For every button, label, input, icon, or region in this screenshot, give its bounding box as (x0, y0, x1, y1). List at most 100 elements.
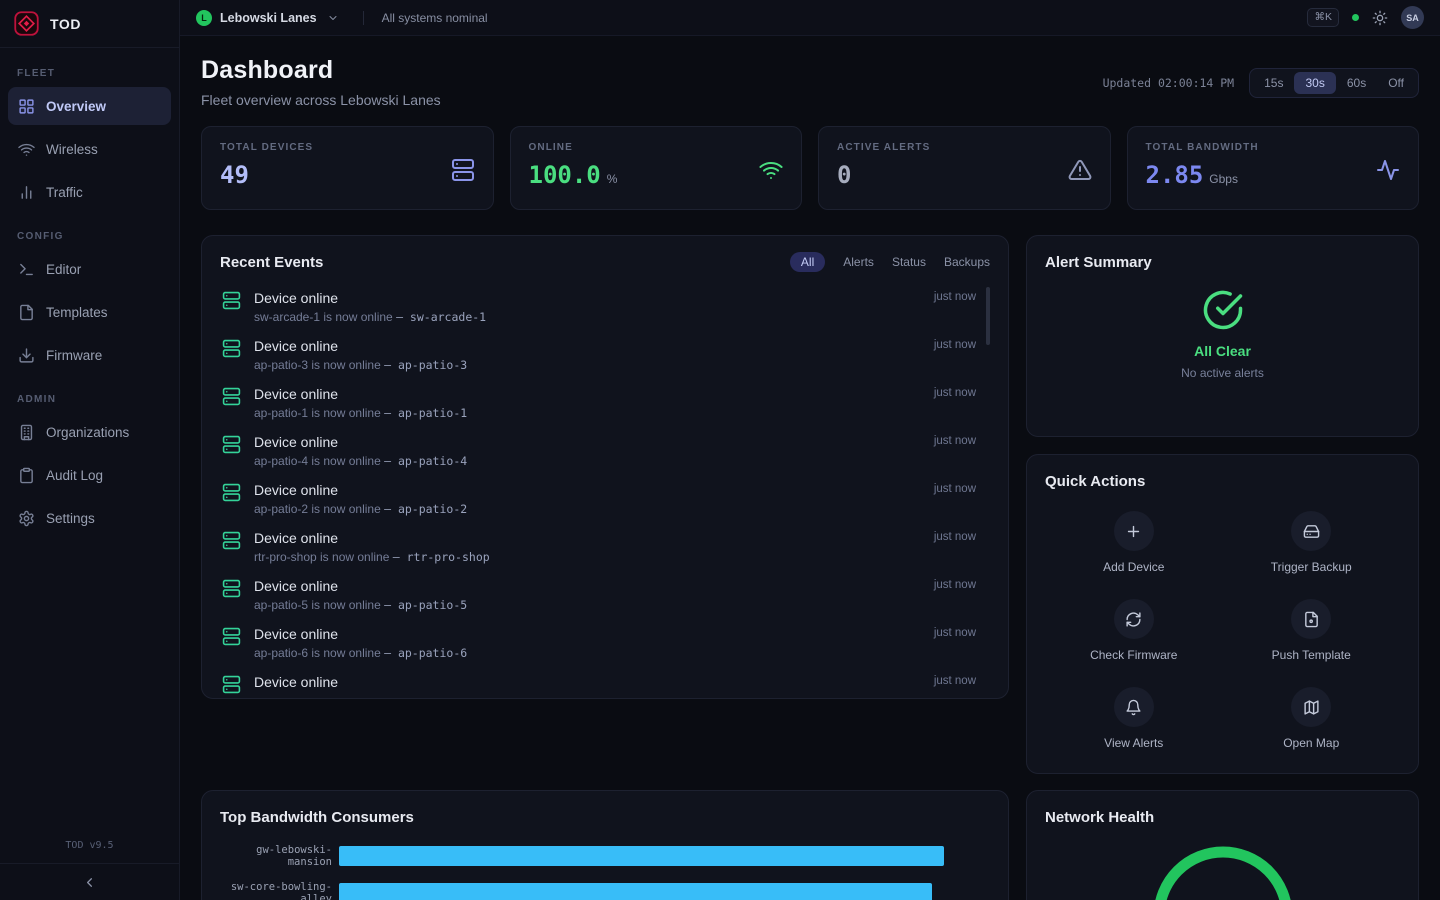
event-row[interactable]: Device online ap-patio-4 is now online —… (220, 426, 990, 474)
nav-item-label: Organizations (46, 425, 129, 440)
org-avatar: L (196, 10, 212, 26)
terminal-icon (18, 261, 35, 278)
action-label: Open Map (1283, 736, 1339, 750)
stat-suffix: Gbps (1209, 172, 1238, 186)
event-row[interactable]: Device online ap-patio-1 is now online —… (220, 378, 990, 426)
stat-suffix: % (607, 172, 618, 186)
event-row[interactable]: Device online sw-arcade-1 is now online … (220, 282, 990, 330)
sidebar-item-editor[interactable]: Editor (8, 250, 171, 288)
command-palette-hint[interactable]: ⌘K (1307, 8, 1339, 27)
filter-backups[interactable]: Backups (944, 255, 990, 269)
check-circle-icon (1202, 289, 1244, 331)
event-time: just now (934, 529, 976, 543)
event-title: Device online (254, 337, 467, 355)
sun-icon[interactable] (1372, 10, 1388, 26)
sidebar-item-settings[interactable]: Settings (8, 499, 171, 537)
dashboard-grid: Recent Events All Alerts Status Backups … (201, 235, 1419, 900)
live-status-dot (1352, 14, 1359, 21)
drive-icon (1291, 511, 1331, 551)
sidebar: TOD FLEET Overview Wireless Traffic CONF… (0, 0, 180, 900)
bell-icon (1114, 687, 1154, 727)
right-column: Alert Summary All Clear No active alerts… (1026, 235, 1419, 774)
filter-all[interactable]: All (790, 252, 825, 272)
wifi-icon (18, 141, 35, 158)
nav-section-admin: ADMIN (17, 394, 162, 405)
nav-item-label: Traffic (46, 185, 83, 200)
action-check-firmware[interactable]: Check Firmware (1045, 591, 1223, 670)
server-icon (222, 627, 241, 646)
event-device: — ap-patio-5 (384, 598, 467, 612)
refresh-icon (1114, 599, 1154, 639)
sidebar-item-templates[interactable]: Templates (8, 293, 171, 331)
server-icon (451, 158, 475, 182)
nav-item-label: Firmware (46, 348, 102, 363)
events-scrollbar[interactable] (986, 287, 990, 345)
refresh-option-30s[interactable]: 30s (1294, 72, 1335, 94)
sidebar-collapse-button[interactable] (0, 863, 179, 900)
event-row[interactable]: Device online ap-patio-5 is now online —… (220, 570, 990, 618)
page-subtitle: Fleet overview across Lebowski Lanes (201, 92, 441, 108)
action-push-template[interactable]: Push Template (1223, 591, 1401, 670)
updated-timestamp: Updated 02:00:14 PM (1103, 76, 1235, 90)
event-detail: ap-patio-2 is now online (254, 502, 381, 516)
quick-actions-panel: Quick Actions Add Device Trigger Backup (1026, 454, 1419, 774)
sidebar-item-organizations[interactable]: Organizations (8, 413, 171, 451)
event-time: just now (934, 289, 976, 303)
action-trigger-backup[interactable]: Trigger Backup (1223, 503, 1401, 582)
events-title: Recent Events (220, 254, 323, 271)
event-title: Device online (254, 385, 467, 403)
topbar-divider (363, 11, 364, 25)
org-switcher[interactable]: L Lebowski Lanes (196, 10, 339, 26)
sidebar-item-wireless[interactable]: Wireless (8, 130, 171, 168)
event-time: just now (934, 337, 976, 351)
nav-section-config: CONFIG (17, 231, 162, 242)
event-row[interactable]: Device online just now (220, 666, 990, 698)
event-title: Device online (254, 673, 338, 691)
event-title: Device online (254, 625, 467, 643)
event-device: — ap-patio-3 (384, 358, 467, 372)
sidebar-item-audit-log[interactable]: Audit Log (8, 456, 171, 494)
event-detail: ap-patio-3 is now online (254, 358, 381, 372)
event-detail: sw-arcade-1 is now online (254, 310, 393, 324)
event-detail: ap-patio-4 is now online (254, 454, 381, 468)
event-title: Device online (254, 577, 467, 595)
sidebar-item-firmware[interactable]: Firmware (8, 336, 171, 374)
grid-icon (18, 98, 35, 115)
action-add-device[interactable]: Add Device (1045, 503, 1223, 582)
bar-chart-icon (18, 184, 35, 201)
app-root: TOD FLEET Overview Wireless Traffic CONF… (0, 0, 1440, 900)
sidebar-item-overview[interactable]: Overview (8, 87, 171, 125)
event-device: — ap-patio-1 (384, 406, 467, 420)
event-row[interactable]: Device online ap-patio-6 is now online —… (220, 618, 990, 666)
refresh-option-15s[interactable]: 15s (1253, 72, 1294, 94)
event-row[interactable]: Device online ap-patio-2 is now online —… (220, 474, 990, 522)
app-logo[interactable]: TOD (0, 0, 179, 48)
event-title: Device online (254, 433, 467, 451)
event-row[interactable]: Device online rtr-pro-shop is now online… (220, 522, 990, 570)
action-open-map[interactable]: Open Map (1223, 679, 1401, 758)
event-device: — ap-patio-6 (384, 646, 467, 660)
event-detail: ap-patio-1 is now online (254, 406, 381, 420)
action-label: Trigger Backup (1271, 560, 1352, 574)
stat-card-total-bandwidth: TOTAL BANDWIDTH 2.85Gbps (1127, 126, 1420, 210)
action-label: Add Device (1103, 560, 1164, 574)
event-title: Device online (254, 289, 486, 307)
filter-status[interactable]: Status (892, 255, 926, 269)
event-row[interactable]: Device online ap-patio-3 is now online —… (220, 330, 990, 378)
event-time: just now (934, 673, 976, 687)
refresh-option-60s[interactable]: 60s (1336, 72, 1377, 94)
map-icon (1291, 687, 1331, 727)
health-gauge: 100 (1148, 841, 1298, 900)
chevron-left-icon (82, 875, 97, 890)
bandwidth-panel: Top Bandwidth Consumers gw-lebowski-mans… (201, 790, 1009, 900)
event-time: just now (934, 433, 976, 447)
quick-actions-title: Quick Actions (1045, 473, 1145, 490)
action-view-alerts[interactable]: View Alerts (1045, 679, 1223, 758)
sidebar-item-traffic[interactable]: Traffic (8, 173, 171, 211)
refresh-option-off[interactable]: Off (1377, 72, 1415, 94)
event-time: just now (934, 625, 976, 639)
event-title: Device online (254, 529, 490, 547)
user-avatar[interactable]: SA (1401, 6, 1424, 29)
filter-alerts[interactable]: Alerts (843, 255, 874, 269)
bandwidth-bar (339, 883, 932, 900)
